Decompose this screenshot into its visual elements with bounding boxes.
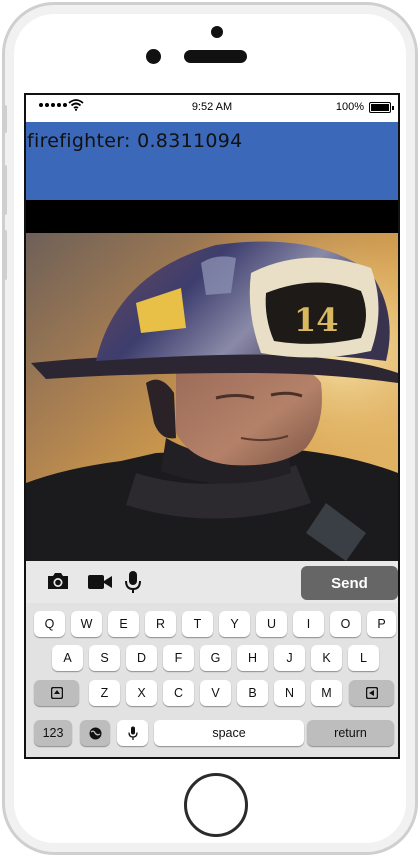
status-bar: 9:52 AM 100% bbox=[26, 95, 398, 121]
dictation-mic-icon bbox=[127, 726, 138, 740]
shift-key[interactable] bbox=[34, 680, 79, 706]
key-o[interactable]: O bbox=[330, 611, 361, 637]
black-band bbox=[26, 200, 398, 233]
video-icon[interactable] bbox=[87, 573, 113, 591]
input-bar: Send bbox=[26, 561, 398, 603]
key-f[interactable]: F bbox=[163, 645, 194, 671]
helmet-number: 14 bbox=[294, 301, 339, 339]
dictation-key[interactable] bbox=[117, 720, 148, 746]
battery-percentage: 100% bbox=[335, 101, 364, 113]
earpiece-speaker bbox=[184, 50, 247, 63]
key-q[interactable]: Q bbox=[34, 611, 65, 637]
volume-down-button bbox=[2, 230, 7, 280]
numbers-key[interactable]: 123 bbox=[34, 720, 72, 746]
volume-up-button bbox=[2, 165, 7, 215]
send-button[interactable]: Send bbox=[301, 566, 398, 600]
app-screen: 9:52 AM 100% firefighter: 0.8311094 14 S… bbox=[24, 93, 400, 759]
mute-switch bbox=[2, 105, 7, 133]
battery-icon bbox=[369, 102, 394, 113]
key-d[interactable]: D bbox=[126, 645, 157, 671]
front-camera bbox=[146, 49, 161, 64]
space-key[interactable]: space bbox=[154, 720, 304, 746]
globe-icon bbox=[89, 727, 101, 739]
key-h[interactable]: H bbox=[237, 645, 268, 671]
key-y[interactable]: Y bbox=[219, 611, 250, 637]
key-t[interactable]: T bbox=[182, 611, 213, 637]
key-b[interactable]: B bbox=[237, 680, 268, 706]
key-x[interactable]: X bbox=[126, 680, 157, 706]
backspace-icon bbox=[365, 687, 378, 699]
prediction-label: firefighter: 0.8311094 bbox=[27, 130, 243, 152]
key-u[interactable]: U bbox=[256, 611, 287, 637]
backspace-key[interactable] bbox=[349, 680, 394, 706]
key-w[interactable]: W bbox=[71, 611, 102, 637]
globe-key[interactable] bbox=[80, 720, 110, 746]
key-s[interactable]: S bbox=[89, 645, 120, 671]
key-p[interactable]: P bbox=[367, 611, 396, 637]
key-r[interactable]: R bbox=[145, 611, 176, 637]
shift-icon bbox=[50, 687, 63, 699]
home-button[interactable] bbox=[184, 773, 248, 837]
return-key[interactable]: return bbox=[307, 720, 394, 746]
camera-icon[interactable] bbox=[46, 571, 70, 591]
key-k[interactable]: K bbox=[311, 645, 342, 671]
firefighter-photo: 14 bbox=[26, 233, 398, 561]
key-z[interactable]: Z bbox=[89, 680, 120, 706]
keyboard: Q W E R T Y U I O P A S D F G H J K L Z … bbox=[26, 603, 398, 757]
key-v[interactable]: V bbox=[200, 680, 231, 706]
key-j[interactable]: J bbox=[274, 645, 305, 671]
key-e[interactable]: E bbox=[108, 611, 139, 637]
key-n[interactable]: N bbox=[274, 680, 305, 706]
mic-icon[interactable] bbox=[124, 570, 142, 594]
key-i[interactable]: I bbox=[293, 611, 324, 637]
key-a[interactable]: A bbox=[52, 645, 83, 671]
key-g[interactable]: G bbox=[200, 645, 231, 671]
key-c[interactable]: C bbox=[163, 680, 194, 706]
front-sensor bbox=[211, 26, 223, 38]
prediction-header: firefighter: 0.8311094 bbox=[26, 122, 398, 200]
key-l[interactable]: L bbox=[348, 645, 379, 671]
key-m[interactable]: M bbox=[311, 680, 342, 706]
